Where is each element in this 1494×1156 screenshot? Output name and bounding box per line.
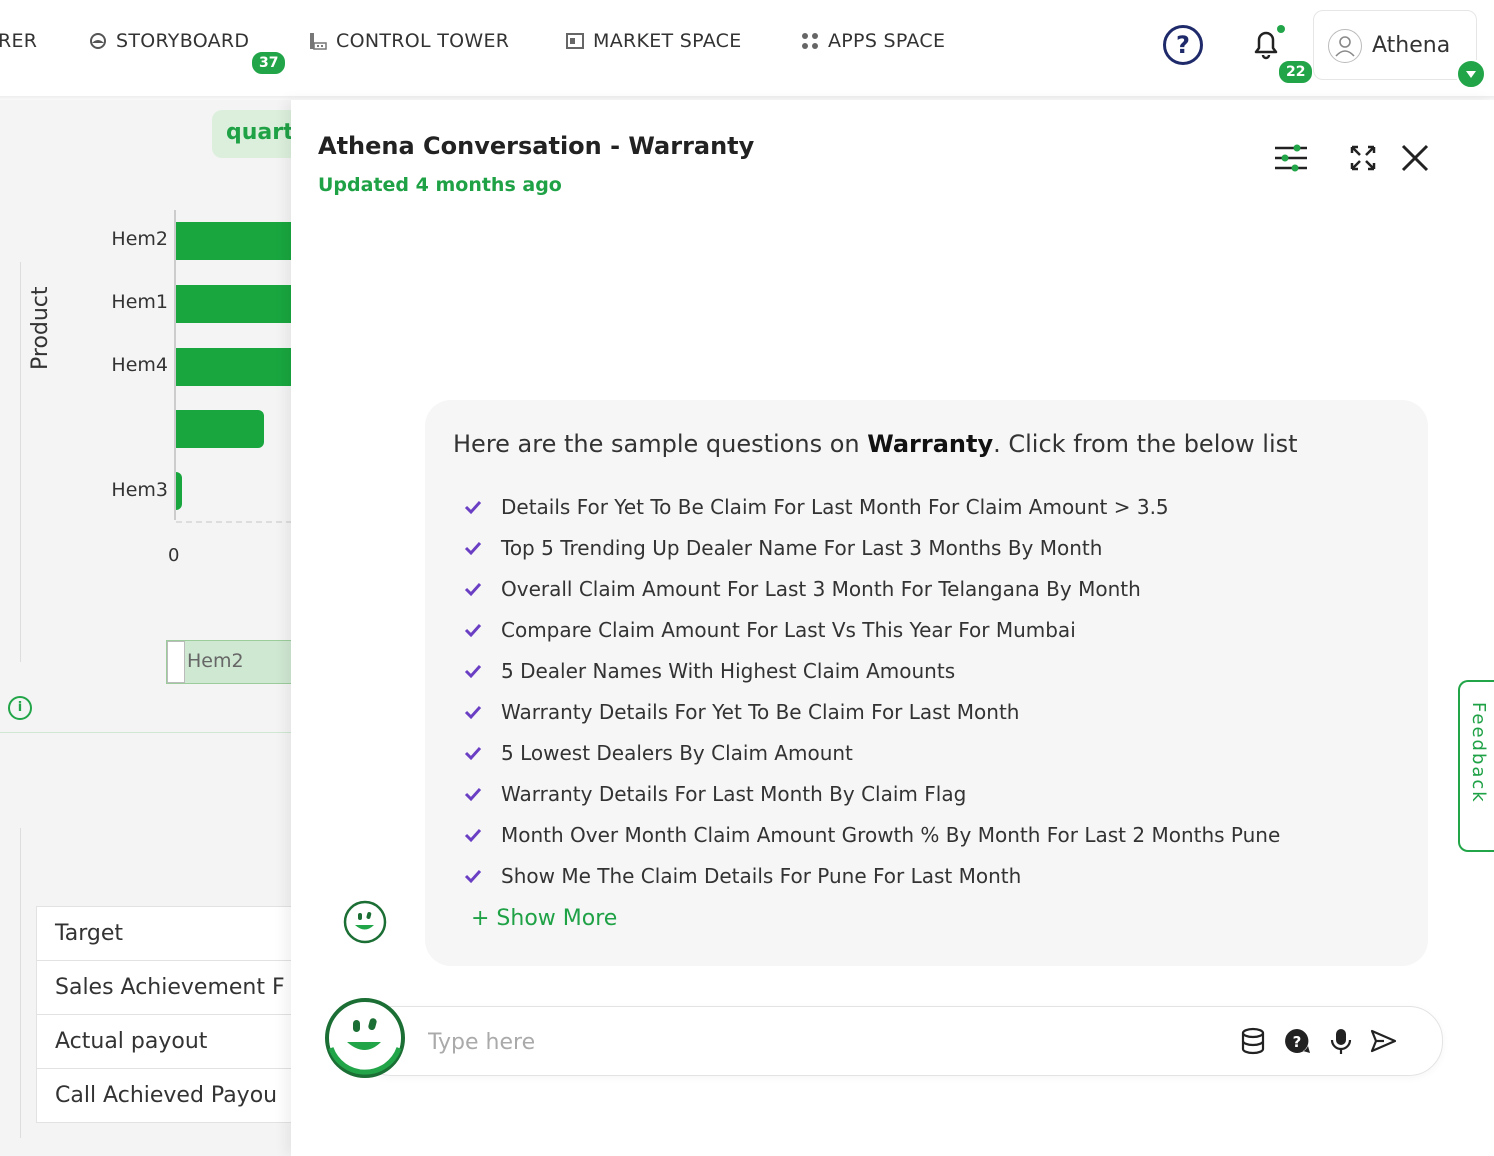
sample-question[interactable]: Show Me The Claim Details For Pune For L… xyxy=(463,855,1280,896)
bar-label: Hem3 xyxy=(111,479,168,501)
bar-label: Hem4 xyxy=(111,354,168,376)
message-intro: Here are the sample questions on Warrant… xyxy=(453,430,1298,458)
sample-question[interactable]: Compare Claim Amount For Last Vs This Ye… xyxy=(463,609,1280,650)
close-icon[interactable] xyxy=(1395,138,1435,178)
notification-count-badge: 22 xyxy=(1277,59,1315,85)
range-slider[interactable]: Hem2 xyxy=(166,640,292,684)
microphone-icon[interactable] xyxy=(1326,1026,1356,1056)
table-row: Sales Achievement F xyxy=(36,961,292,1015)
sample-question[interactable]: Warranty Details For Yet To Be Claim For… xyxy=(463,691,1280,732)
chart-baseline xyxy=(176,521,292,523)
bar-label: Hem1 xyxy=(111,291,168,313)
divider xyxy=(20,262,21,662)
divider xyxy=(20,828,21,1138)
top-navigation: RER STORYBOARD 37 CONTROL TOWER MARKET S… xyxy=(0,0,1494,98)
checkmark-icon xyxy=(464,705,482,719)
chat-input[interactable] xyxy=(426,1017,1250,1067)
checkmark-icon xyxy=(464,828,482,842)
chart-bar xyxy=(176,285,292,323)
athena-bot-avatar-icon[interactable] xyxy=(323,996,407,1080)
control-tower-icon xyxy=(310,33,327,50)
feedback-tab[interactable]: Feedback xyxy=(1458,680,1494,852)
checkmark-icon xyxy=(464,541,482,555)
athena-conversation-panel: Athena Conversation - Warranty Updated 4… xyxy=(291,100,1494,1156)
user-menu[interactable]: Athena xyxy=(1313,10,1486,89)
sample-question[interactable]: Overall Claim Amount For Last 3 Month Fo… xyxy=(463,568,1280,609)
panel-updated-text: Updated 4 months ago xyxy=(318,174,562,196)
athena-bot-icon xyxy=(343,900,387,944)
chart-bar xyxy=(176,472,182,510)
storyboard-badge: 37 xyxy=(250,50,288,76)
notification-bell-icon[interactable] xyxy=(1246,24,1286,64)
slider-handle[interactable] xyxy=(167,641,185,683)
storyboard-icon xyxy=(90,33,106,49)
checkmark-icon xyxy=(464,664,482,678)
info-icon[interactable]: i xyxy=(8,696,32,720)
table-row: Target xyxy=(36,906,292,961)
nav-item-market-space[interactable]: MARKET SPACE xyxy=(565,30,742,52)
market-space-icon xyxy=(566,33,584,49)
expand-icon[interactable] xyxy=(1343,138,1383,178)
svg-text:?: ? xyxy=(1293,1033,1302,1051)
x-tick-zero: 0 xyxy=(168,545,180,566)
question-bubble-icon[interactable]: ? xyxy=(1282,1026,1312,1056)
send-icon[interactable] xyxy=(1368,1026,1398,1056)
period-chip[interactable]: quarte xyxy=(212,110,292,158)
sample-question[interactable]: 5 Dealer Names With Highest Claim Amount… xyxy=(463,650,1280,691)
chart-bar xyxy=(176,348,292,386)
apps-grid-icon xyxy=(802,33,818,49)
user-name: Athena xyxy=(1372,33,1451,58)
sample-question-list: Details For Yet To Be Claim For Last Mon… xyxy=(463,486,1280,896)
chart-bar xyxy=(176,410,264,448)
checkmark-icon xyxy=(464,787,482,801)
nav-item-apps-space[interactable]: APPS SPACE xyxy=(800,30,945,52)
nav-item-control-tower[interactable]: CONTROL TOWER xyxy=(308,30,509,52)
y-axis-label: Product xyxy=(28,286,53,370)
bar-label: Hem2 xyxy=(111,228,168,250)
filter-settings-icon[interactable] xyxy=(1271,138,1311,178)
bot-message-bubble: Here are the sample questions on Warrant… xyxy=(425,400,1428,966)
feedback-label: Feedback xyxy=(1468,702,1489,804)
nav-item-storyboard[interactable]: STORYBOARD xyxy=(88,30,249,52)
sample-question[interactable]: Warranty Details For Last Month By Claim… xyxy=(463,773,1280,814)
slider-label: Hem2 xyxy=(187,650,244,672)
background-dashboard: quarte Product Hem2 Hem1 Hem4 Hem3 0 Hem… xyxy=(0,100,292,1156)
checkmark-icon xyxy=(464,869,482,883)
user-avatar-icon xyxy=(1328,29,1362,63)
nav-item-truncated[interactable]: RER xyxy=(0,30,37,52)
section-divider xyxy=(0,732,292,733)
panel-title: Athena Conversation - Warranty xyxy=(318,132,755,160)
chart-bar xyxy=(176,222,292,260)
intro-text: Here are the sample questions on xyxy=(453,430,868,458)
sample-question[interactable]: Details For Yet To Be Claim For Last Mon… xyxy=(463,486,1280,527)
database-icon[interactable] xyxy=(1238,1026,1268,1056)
checkmark-icon xyxy=(464,746,482,760)
show-more-link[interactable]: + Show More xyxy=(471,906,617,931)
payout-table: Target Sales Achievement F Actual payout… xyxy=(36,906,292,1123)
table-row: Call Achieved Payou xyxy=(36,1069,292,1123)
checkmark-icon xyxy=(464,500,482,514)
help-button[interactable]: ? xyxy=(1163,25,1203,65)
sample-question[interactable]: 5 Lowest Dealers By Claim Amount xyxy=(463,732,1280,773)
intro-text: . Click from the below list xyxy=(993,430,1298,458)
chat-input-bar: ? xyxy=(357,1006,1443,1076)
table-row: Actual payout xyxy=(36,1015,292,1069)
chevron-down-icon[interactable] xyxy=(1456,59,1486,89)
checkmark-icon xyxy=(464,623,482,637)
checkmark-icon xyxy=(464,582,482,596)
sample-question[interactable]: Month Over Month Claim Amount Growth % B… xyxy=(463,814,1280,855)
sample-question[interactable]: Top 5 Trending Up Dealer Name For Last 3… xyxy=(463,527,1280,568)
intro-topic: Warranty xyxy=(867,430,994,458)
